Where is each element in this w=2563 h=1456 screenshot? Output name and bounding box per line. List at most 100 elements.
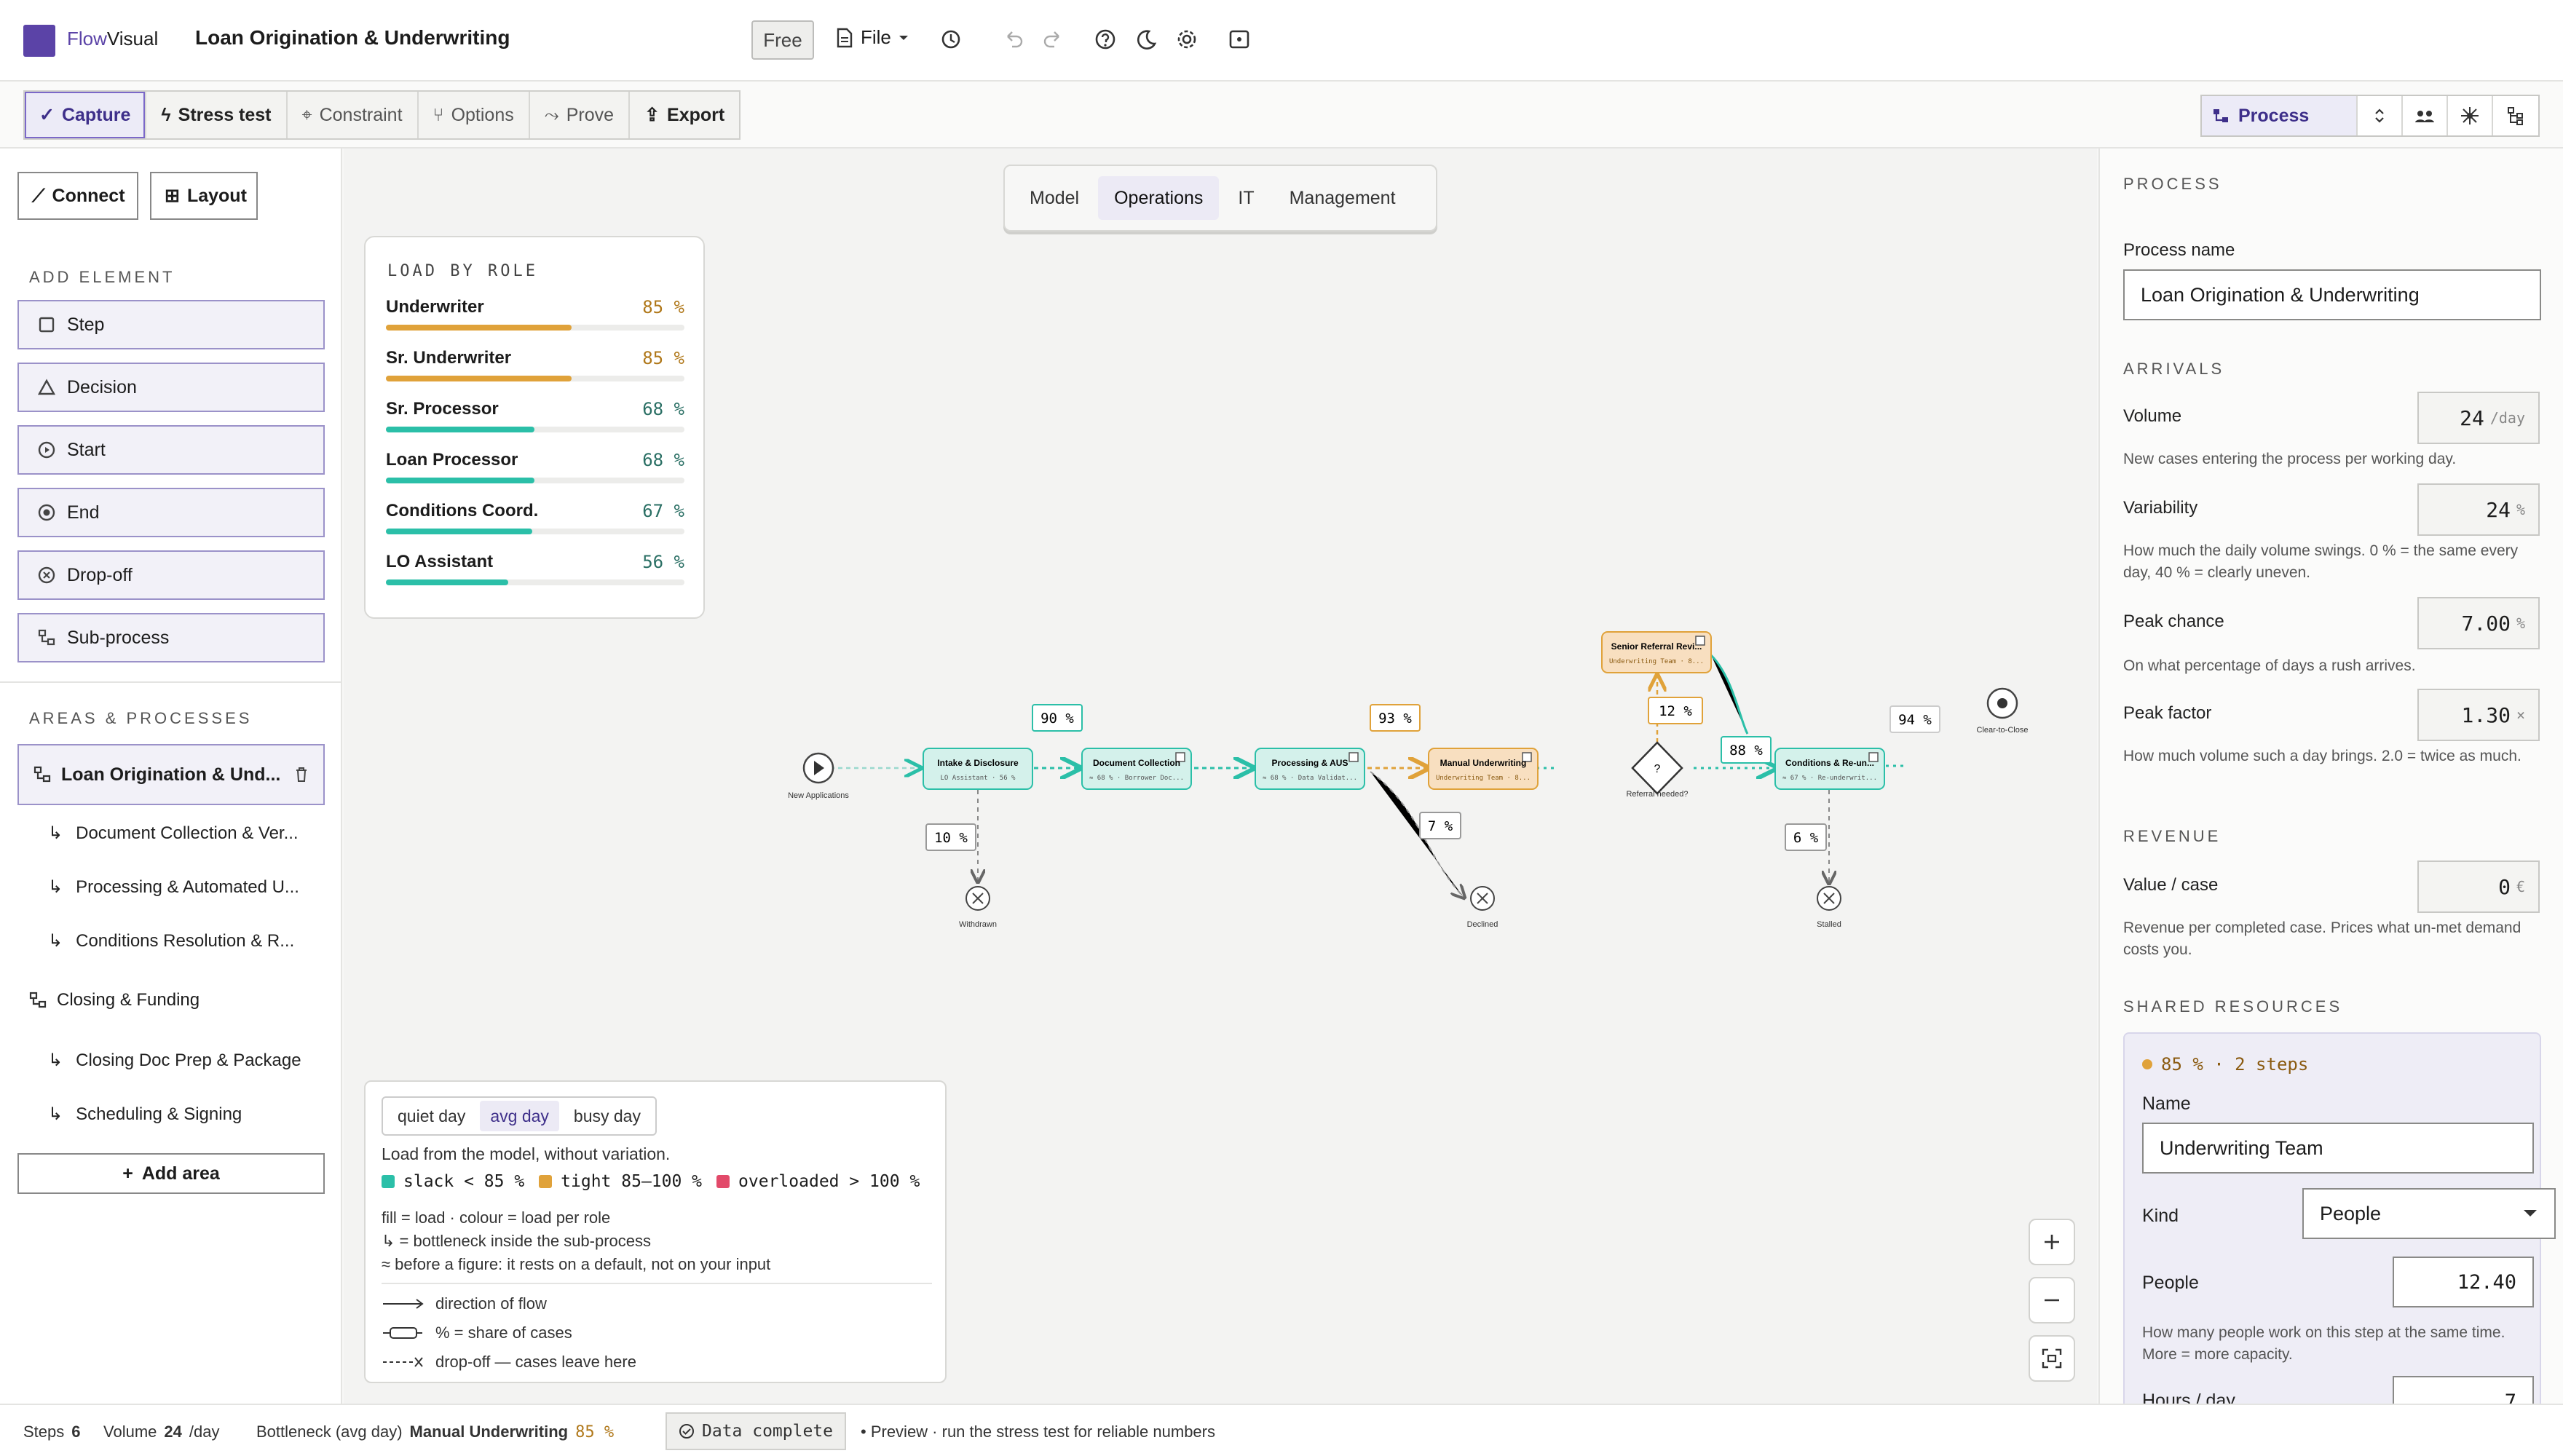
resource-load-badge: 85 % · 2 steps: [2142, 1054, 2308, 1075]
variability-value: 24: [2486, 497, 2511, 522]
load-track: [386, 376, 684, 381]
dropoff-stalled[interactable]: [1817, 886, 1841, 911]
load-fill: [386, 579, 508, 585]
share-label[interactable]: 94 %: [1898, 712, 1932, 728]
day-avg[interactable]: avg day: [480, 1101, 559, 1131]
load-track: [386, 579, 684, 585]
volume-input[interactable]: 24/day: [2417, 392, 2540, 444]
peak-factor-value: 1.30: [2461, 703, 2511, 727]
step-sub: Underwriting Team · 8...: [1436, 775, 1531, 782]
step-sub: ≈ 68 % · Data Validat...: [1263, 775, 1357, 782]
value-case-help: Revenue per completed case. Prices what …: [2123, 919, 2521, 958]
role-name: Underwriter: [386, 297, 484, 317]
share-label[interactable]: 10 %: [934, 830, 968, 846]
start-node[interactable]: [802, 752, 834, 784]
tab-operations[interactable]: Operations: [1098, 176, 1220, 220]
check-circle-icon: [679, 1424, 694, 1439]
over-label: overloaded > 100 %: [738, 1172, 920, 1191]
step-conditions[interactable]: Conditions & Re-un... ≈ 67 % · Re-underw…: [1774, 748, 1885, 790]
legend-item-label: % = share of cases: [435, 1324, 572, 1342]
peak-chance-unit: %: [2516, 614, 2525, 632]
kind-select[interactable]: People: [2302, 1188, 2556, 1239]
dropoff-withdrawn[interactable]: [965, 886, 990, 911]
peak-chance-value: 7.00: [2461, 611, 2511, 636]
load-track: [386, 478, 684, 483]
status-volume: Volume 24/day: [103, 1423, 219, 1441]
tab-management[interactable]: Management: [1273, 176, 1412, 220]
end-node[interactable]: [1986, 687, 2018, 719]
dropoff-declined[interactable]: [1470, 886, 1495, 911]
peak-factor-help: How much volume such a day brings. 2.0 =…: [2123, 748, 2521, 764]
status-bottleneck-label: Bottleneck (avg day): [256, 1423, 403, 1441]
peak-factor-input[interactable]: 1.30 ×: [2417, 689, 2540, 741]
value-case-input[interactable]: 0 €: [2417, 860, 2540, 913]
role-load-value: 67 %: [642, 501, 684, 521]
day-busy[interactable]: busy day: [564, 1101, 651, 1131]
hours-label: Hours / day: [2142, 1390, 2235, 1404]
role-name: Sr. Underwriter: [386, 348, 512, 368]
legend-share: % = share of cases: [382, 1324, 572, 1342]
share-label[interactable]: 12 %: [1659, 703, 1692, 719]
people-input[interactable]: 12.40: [2393, 1257, 2534, 1307]
data-complete-badge[interactable]: Data complete: [666, 1412, 847, 1450]
chevron-down-icon: [2524, 1210, 2537, 1216]
legend-note: ↳ = bottleneck inside the sub-process: [382, 1232, 652, 1250]
legend-item-label: drop-off — cases leave here: [435, 1353, 636, 1371]
share-label[interactable]: 88 %: [1729, 743, 1763, 759]
share-label[interactable]: 7 %: [1428, 818, 1453, 834]
dropoff-line-icon: [383, 1357, 423, 1367]
load-track: [386, 325, 684, 331]
step-document-collection[interactable]: Document Collection ≈ 68 % · Borrower Do…: [1081, 748, 1192, 790]
legend-flow: direction of flow: [382, 1294, 547, 1313]
decision-node[interactable]: ?: [1631, 741, 1683, 795]
hours-input[interactable]: 7: [2393, 1376, 2534, 1404]
variability-unit: %: [2516, 501, 2525, 518]
arrow-right-icon: [383, 1299, 424, 1309]
load-key: slack < 85 % tight 85–100 % overloaded >…: [382, 1172, 920, 1191]
status-bottleneck: Bottleneck (avg day) Manual Underwriting 8…: [256, 1423, 614, 1441]
load-fill: [386, 478, 534, 483]
status-preview: • Preview · run the stress test for reli…: [861, 1423, 1215, 1441]
start-label: New Applications: [788, 791, 849, 800]
share-label[interactable]: 6 %: [1793, 830, 1819, 846]
step-intake[interactable]: Intake & Disclosure LO Assistant · 56 %: [923, 748, 1033, 790]
status-bar: Steps 6 Volume 24/day Bottleneck (avg day)…: [0, 1404, 2563, 1456]
variability-input[interactable]: 24%: [2417, 483, 2540, 536]
peak-chance-input[interactable]: 7.00%: [2417, 597, 2540, 649]
zoom-in-button[interactable]: [2029, 1219, 2075, 1265]
zoom-out-button[interactable]: [2029, 1277, 2075, 1324]
people-help: How many people work on this step at the…: [2142, 1324, 2505, 1363]
kind-label: Kind: [2142, 1206, 2179, 1226]
volume-help: New cases entering the process per worki…: [2123, 451, 2457, 467]
load-fill: [386, 427, 534, 432]
data-complete-label: Data complete: [702, 1422, 834, 1441]
dropoff-label: Stalled: [1817, 920, 1841, 929]
process-name-input[interactable]: Loan Origination & Underwriting: [2123, 269, 2541, 320]
share-label[interactable]: 90 %: [1040, 711, 1074, 727]
peak-chance-help: On what percentage of days a rush arrive…: [2123, 657, 2416, 674]
step-sub: ≈ 67 % · Re-underwrit...: [1782, 775, 1877, 782]
fit-view-button[interactable]: [2029, 1335, 2075, 1382]
shared-resource-card: 85 % · 2 steps Name Underwriting Team Ki…: [2123, 1032, 2556, 1404]
legend-divider: [382, 1283, 932, 1284]
tab-it[interactable]: IT: [1222, 176, 1270, 220]
step-processing-aus[interactable]: Processing & AUS ≈ 68 % · Data Validat..…: [1255, 748, 1365, 790]
flow-edge[interactable]: [1710, 654, 1749, 735]
tab-model[interactable]: Model: [1014, 176, 1095, 220]
properties-panel: PROCESS Process name Loan Origination & …: [2098, 149, 2563, 1404]
arrivals-title: ARRIVALS: [2123, 360, 2225, 378]
day-quiet[interactable]: quiet day: [387, 1101, 475, 1131]
step-senior-referral[interactable]: Senior Referral Revi... Underwriting Tea…: [1601, 631, 1712, 673]
step-manual-underwriting[interactable]: Manual Underwriting Underwriting Team · …: [1428, 748, 1539, 790]
role-load-value: 85 %: [642, 297, 684, 317]
role-load-value: 68 %: [642, 450, 684, 470]
subprocess-badge-icon: [1348, 752, 1359, 762]
share-label-icon: [383, 1327, 422, 1339]
variability-help: How much the daily volume swings. 0 % = …: [2123, 542, 2519, 581]
load-fill: [386, 376, 572, 381]
resource-name-input[interactable]: Underwriting Team: [2142, 1123, 2534, 1174]
volume-label: Volume: [2123, 406, 2182, 426]
volume-unit: /day: [2489, 409, 2525, 427]
slack-swatch: [382, 1175, 395, 1188]
share-label[interactable]: 93 %: [1378, 711, 1412, 727]
